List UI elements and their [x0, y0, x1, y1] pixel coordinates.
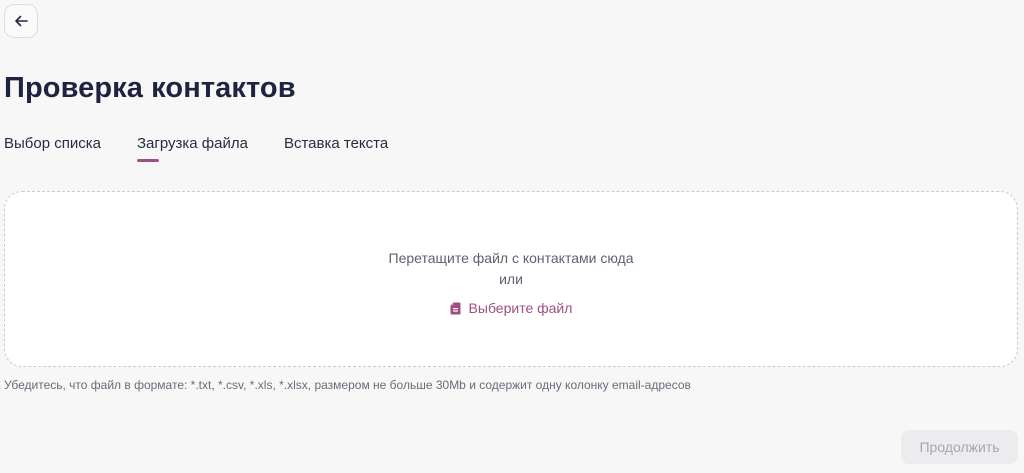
dropzone-instruction: Перетащите файл с контактами сюда — [388, 250, 634, 266]
back-button[interactable] — [4, 4, 38, 38]
tab-bar: Выбор списка Загрузка файла Вставка текс… — [4, 134, 424, 162]
file-format-hint: Убедитесь, что файл в формате: *.txt, *.… — [4, 378, 691, 392]
choose-file-label: Выберите файл — [468, 300, 573, 316]
arrow-left-icon — [14, 15, 28, 27]
dropzone-or: или — [499, 271, 523, 287]
tab-list-select[interactable]: Выбор списка — [4, 134, 101, 162]
continue-button[interactable]: Продолжить — [901, 430, 1018, 464]
tab-paste-text[interactable]: Вставка текста — [284, 134, 388, 162]
tab-file-upload[interactable]: Загрузка файла — [136, 134, 248, 162]
page-title: Проверка контактов — [4, 72, 296, 104]
choose-file-link[interactable]: Выберите файл — [450, 298, 573, 318]
file-icon — [450, 302, 461, 315]
file-dropzone[interactable]: Перетащите файл с контактами сюда или Вы… — [4, 191, 1018, 367]
